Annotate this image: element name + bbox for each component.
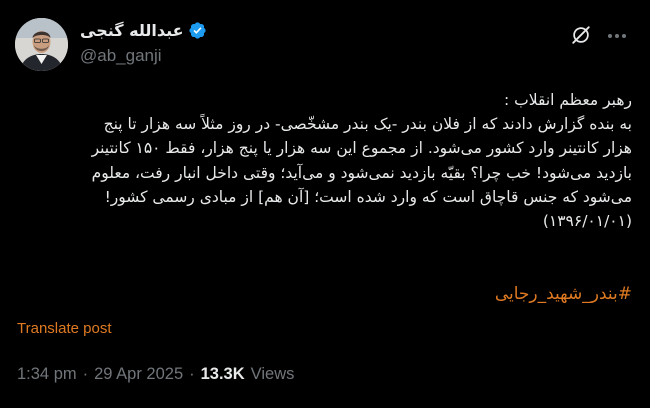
meta-separator: ·: [189, 365, 195, 383]
hashtag-link[interactable]: #بندر_شهید_رجایی: [495, 284, 632, 304]
grok-icon[interactable]: [570, 24, 592, 46]
tweet-card: عبدالله گنجی @ab_ganji رهبر معظم انقلاب …: [0, 0, 650, 408]
tweet-meta: 1:34 pm · 29 Apr 2025 · 13.3K Views: [17, 365, 294, 384]
author-name-row[interactable]: عبدالله گنجی: [80, 18, 207, 42]
tweet-line: بازدید می‌شود! خب چرا؟ بقیّه بازدید نمی‌…: [91, 163, 632, 182]
tweet-line: به بنده گزارش دادند که از فلان بندر -یک …: [103, 115, 632, 134]
translate-post-link[interactable]: Translate post: [17, 320, 112, 337]
verified-badge-icon: [188, 21, 206, 39]
more-options-icon[interactable]: [606, 25, 628, 47]
meta-separator: ·: [82, 365, 89, 383]
avatar-image: [15, 18, 68, 71]
tweet-line: (۱۳۹۶/۰۱/۰۱): [542, 212, 632, 231]
tweet-line: هزار کانتینر وارد کشور می‌شود. از مجموع …: [91, 139, 632, 158]
views-count[interactable]: 13.3K: [201, 365, 245, 384]
tweet-line: رهبر معظم انقلاب :: [503, 91, 632, 109]
post-date[interactable]: 29 Apr 2025: [94, 365, 183, 384]
views-label: Views: [250, 365, 295, 383]
tweet-text: رهبر معظم انقلاب : به بنده گزارش دادند ک…: [18, 88, 632, 233]
post-time[interactable]: 1:34 pm: [17, 365, 77, 384]
avatar[interactable]: [15, 18, 68, 71]
tweet-line: می‌شود که جنس قاچاق است که وارد شده است؛…: [104, 187, 632, 206]
display-name[interactable]: عبدالله گنجی: [80, 21, 184, 40]
author-handle[interactable]: @ab_ganji: [80, 46, 162, 66]
